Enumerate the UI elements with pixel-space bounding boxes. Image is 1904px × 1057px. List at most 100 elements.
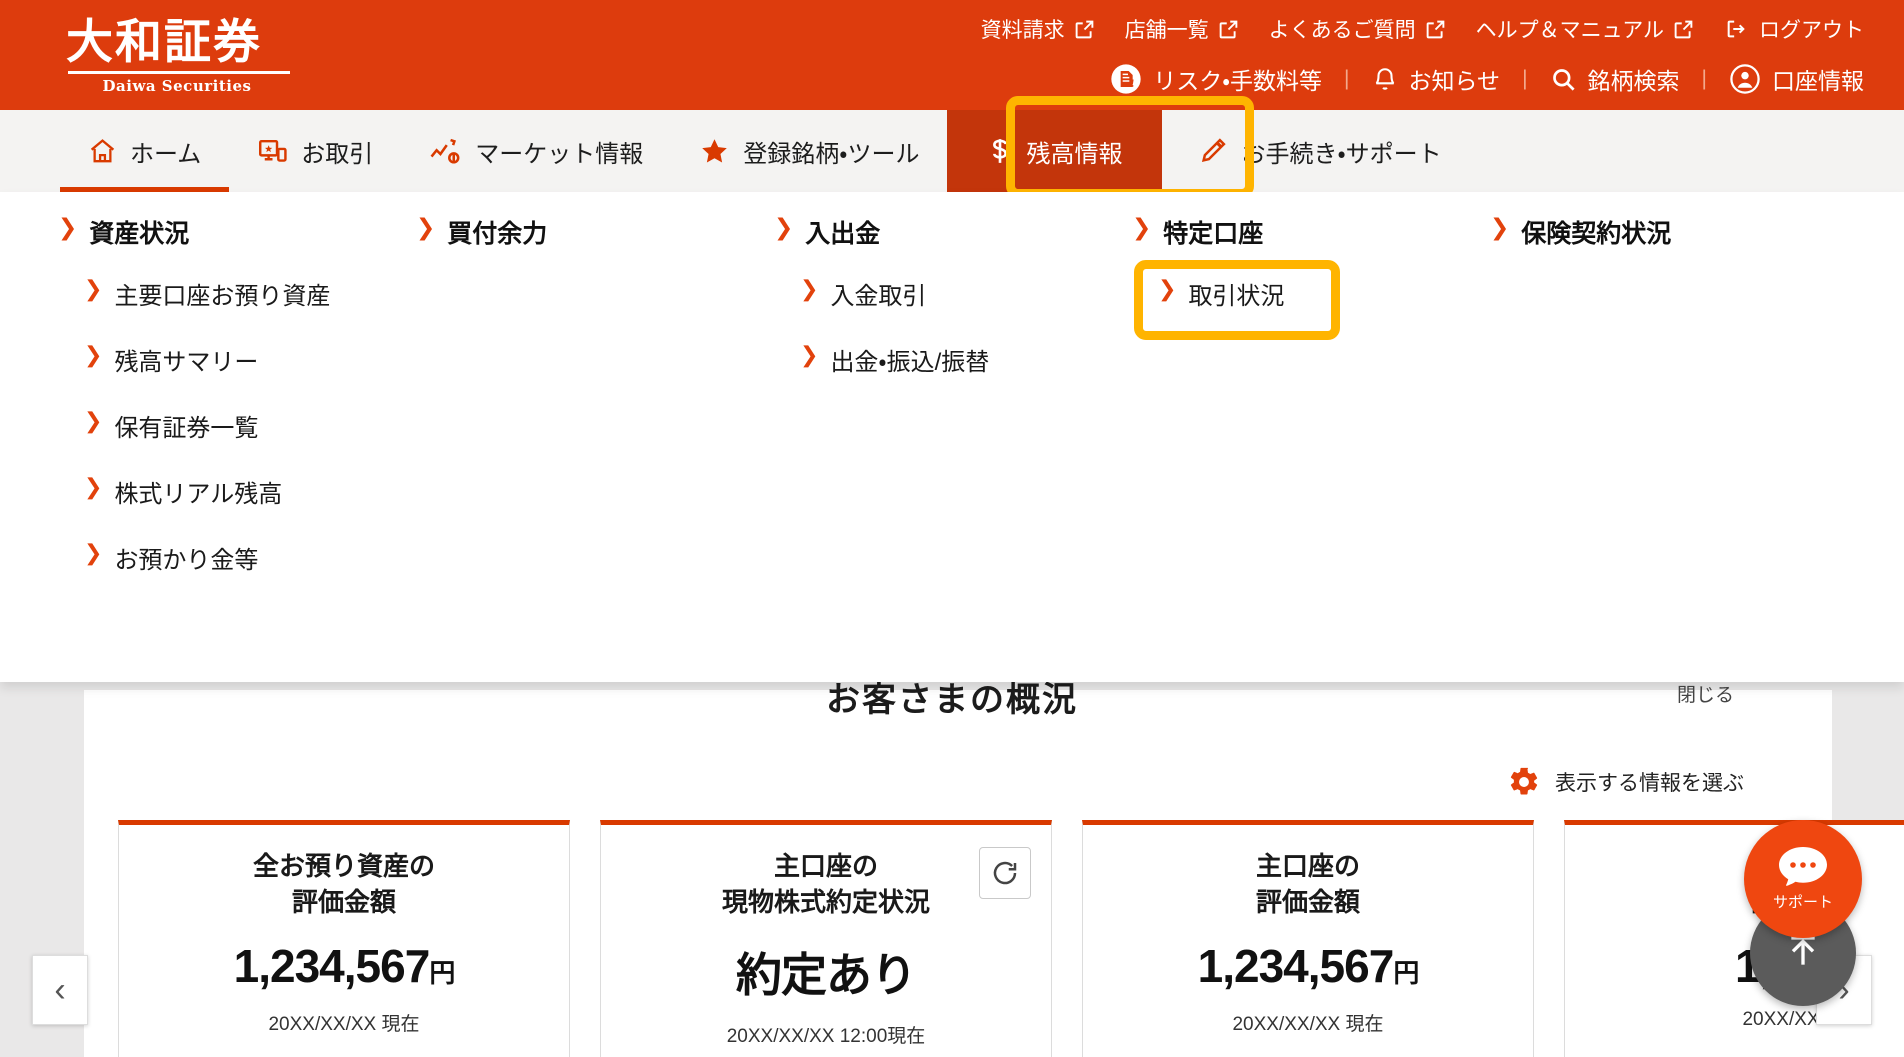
mega-column-insurance-status: ❯ 保険契約状況: [1490, 214, 1848, 606]
summary-card[interactable]: 主口座の 現物株式約定状況 約定あり 20XX/XX/XX 12:00現在: [600, 820, 1052, 1057]
refresh-button[interactable]: [979, 847, 1031, 899]
gear-icon: [1507, 765, 1541, 799]
home-icon: [88, 137, 117, 166]
external-link-icon: [1074, 19, 1095, 40]
mega-column-header[interactable]: ❯ 資産状況: [58, 214, 416, 250]
utility-label: お知らせ: [1408, 68, 1501, 94]
summary-card[interactable]: 主口座の 評価金額 1,234,567円 20XX/XX/XX 現在: [1082, 820, 1534, 1057]
utility-separator: |: [1701, 67, 1707, 90]
mega-header-label: 買付余力: [447, 220, 548, 248]
mega-item-stock-real-balance[interactable]: ❯ 株式リアル残高: [84, 474, 416, 509]
mega-item-withdrawal-transfer[interactable]: ❯ 出金・振込/振替: [800, 342, 1132, 377]
external-link-icon: [1425, 19, 1446, 40]
summary-card[interactable]: 全お預り資産の 評価金額 1,234,567円 20XX/XX/XX 現在: [118, 820, 570, 1057]
nav-item-trade[interactable]: お取引: [229, 110, 401, 192]
mega-item-main-account-assets[interactable]: ❯ 主要口座お預り資産: [84, 276, 416, 311]
dollar-icon: [987, 136, 1013, 166]
utility-label: リスク・手数料等: [1153, 68, 1323, 94]
mega-item-held-securities-list[interactable]: ❯ 保有証券一覧: [84, 408, 416, 443]
chevron-right-icon: ❯: [774, 214, 794, 240]
card-unit: 円: [429, 957, 455, 988]
card-title-line2: 評価金額: [291, 886, 396, 917]
card-asof: 20XX/XX/XX 12:00現在: [726, 1025, 926, 1047]
nav-item-market-info[interactable]: マーケット情報: [401, 110, 671, 192]
card-value: 1,234,567: [1197, 939, 1395, 992]
mega-item-label: 出金・振込/振替: [830, 349, 990, 376]
external-link-icon: [1673, 19, 1694, 40]
nav-item-balance-info[interactable]: 残高情報: [947, 110, 1163, 192]
mega-item-label: お預かり金等: [114, 547, 259, 574]
mega-column-header[interactable]: ❯ 特定口座: [1132, 214, 1490, 250]
utility-link-help-manual[interactable]: ヘルプ＆マニュアル: [1476, 14, 1694, 44]
pencil-icon: [1198, 136, 1228, 166]
trade-icon: [257, 136, 288, 167]
mega-item-label: 取引状況: [1188, 283, 1285, 310]
brand-name-en: Daiwa Securities: [102, 77, 252, 96]
mega-item-deposits[interactable]: ❯ お預かり金等: [84, 540, 416, 575]
chevron-right-icon: ❯: [84, 474, 103, 499]
chevron-right-icon: ❯: [84, 276, 103, 301]
support-label: サポート: [1772, 893, 1833, 911]
utility-label: 銘柄検索: [1587, 68, 1680, 94]
mega-column-header[interactable]: ❯ 入出金: [774, 214, 1132, 250]
nav-label: ホーム: [130, 140, 202, 168]
account-info-link[interactable]: 口座情報: [1729, 62, 1864, 96]
utility-label: ログアウト: [1759, 19, 1864, 42]
nav-label: お手続き・サポート: [1241, 140, 1442, 168]
mega-column-header[interactable]: ❯ 保険契約状況: [1490, 214, 1848, 250]
card-value: 約定あり: [736, 948, 917, 1001]
chevron-right-icon: ❯: [84, 540, 103, 565]
risk-fees-link[interactable]: リスク・手数料等: [1110, 62, 1322, 96]
card-title-line2: 評価金額: [1255, 886, 1360, 917]
logout-link[interactable]: ログアウト: [1724, 14, 1864, 44]
mega-column-specified-account: ❯ 特定口座 ❯ 取引状況: [1132, 214, 1490, 606]
close-section-link[interactable]: 閉じる: [1677, 680, 1734, 707]
nav-item-procedures-support[interactable]: お手続き・サポート: [1162, 110, 1469, 192]
brand-logo[interactable]: 大和証券 Daiwa Securities: [66, 18, 290, 95]
logo-rule: [68, 71, 290, 75]
chevron-right-icon: ❯: [1490, 214, 1510, 240]
nav-label: マーケット情報: [475, 140, 644, 168]
mega-column-header[interactable]: ❯ 買付余力: [416, 214, 774, 250]
utility-label: ヘルプ＆マニュアル: [1475, 19, 1664, 42]
logout-icon: [1724, 18, 1748, 40]
choose-info-label: 表示する情報を選ぶ: [1555, 772, 1744, 795]
mega-item-transaction-status[interactable]: ❯ 取引状況: [1158, 276, 1490, 311]
ticker-search-link[interactable]: 銘柄検索: [1550, 62, 1680, 96]
nav-label: お取引: [301, 140, 374, 168]
nav-item-home[interactable]: ホーム: [60, 110, 230, 192]
chevron-right-icon: ❯: [800, 276, 819, 301]
nav-label: 登録銘柄・ツール: [743, 140, 920, 168]
card-value: 1,234,567: [233, 939, 431, 992]
mega-menu-balance-info: ❯ 資産状況 ❯ 主要口座お預り資産 ❯ 残高サマリー ❯ 保有証券一覧 ❯ 株…: [0, 192, 1904, 682]
choose-info-settings[interactable]: 表示する情報を選ぶ: [1507, 765, 1744, 799]
support-button[interactable]: サポート: [1744, 820, 1862, 938]
nav-label: 残高情報: [1026, 140, 1123, 168]
chevron-right-icon: ❯: [1132, 214, 1152, 240]
notifications-link[interactable]: お知らせ: [1372, 62, 1501, 96]
star-icon: [699, 136, 730, 167]
mega-item-balance-summary[interactable]: ❯ 残高サマリー: [84, 342, 416, 377]
card-unit: 円: [1393, 957, 1419, 988]
utility-links-top: 資料請求 店舗一覧 よくあるご質問 ヘルプ＆マニュアル ログアウト: [981, 14, 1864, 44]
utility-label: 店舗一覧: [1124, 19, 1209, 42]
account-circle-icon: [1729, 63, 1761, 95]
utility-separator: |: [1344, 67, 1350, 90]
brand-name-jp: 大和証券: [66, 15, 262, 70]
carousel-prev-button[interactable]: ‹: [32, 955, 88, 1025]
chevron-right-icon: ❯: [800, 342, 819, 367]
main-navigation: ホーム お取引 マーケット情報 登録銘柄・ツール 残高情報 お手続き・サポート: [0, 110, 1904, 192]
chevron-right-icon: ❯: [416, 214, 436, 240]
mega-column-buying-power: ❯ 買付余力: [416, 214, 774, 606]
mega-header-label: 保険契約状況: [1521, 220, 1672, 248]
chevron-right-icon: ❯: [58, 214, 78, 240]
mega-item-label: 残高サマリー: [114, 349, 259, 376]
nav-item-watchlist-tools[interactable]: 登録銘柄・ツール: [671, 110, 947, 192]
chevron-right-icon: ❯: [1158, 276, 1177, 301]
utility-link-materials[interactable]: 資料請求: [981, 14, 1095, 44]
utility-link-faq[interactable]: よくあるご質問: [1269, 14, 1446, 44]
search-icon: [1550, 66, 1577, 93]
mega-header-label: 入出金: [805, 220, 881, 248]
utility-link-branches[interactable]: 店舗一覧: [1125, 14, 1239, 44]
mega-item-deposit-transaction[interactable]: ❯ 入金取引: [800, 276, 1132, 311]
